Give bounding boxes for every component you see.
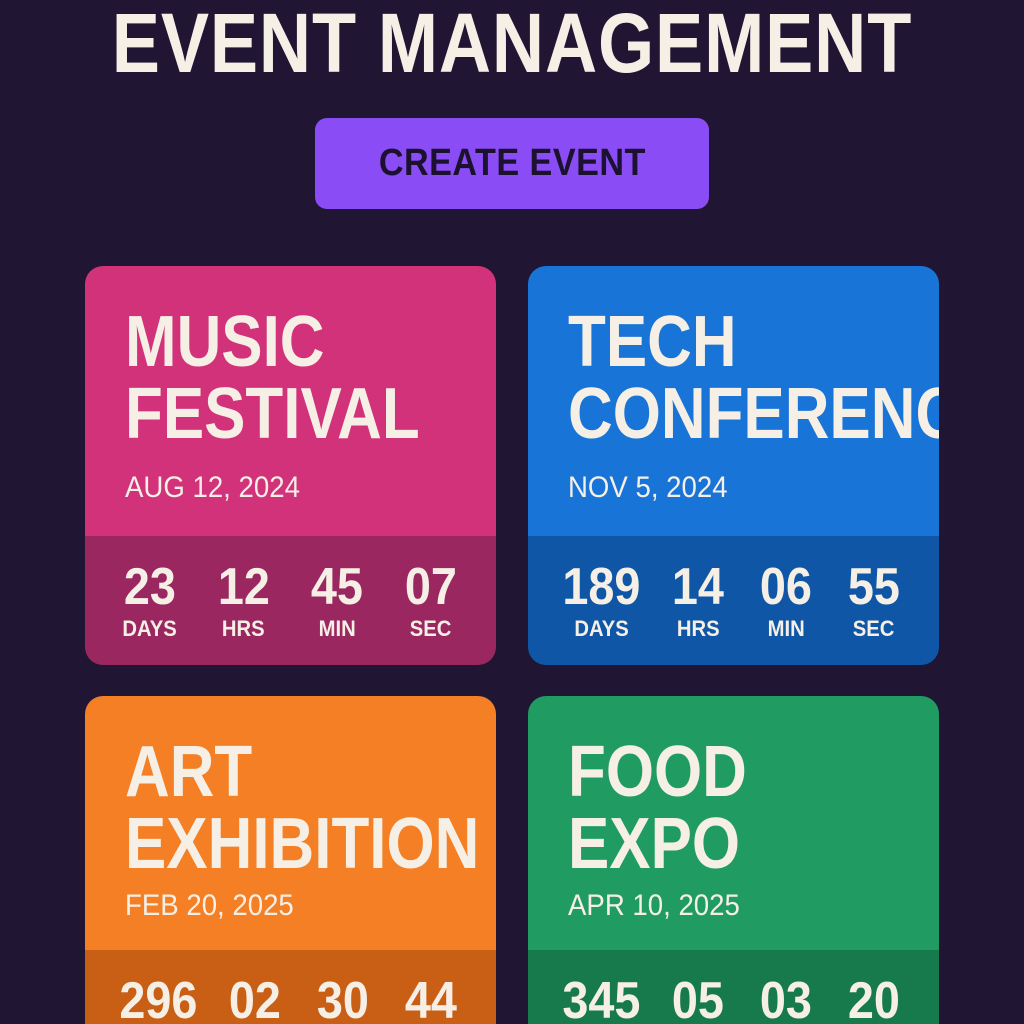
countdown-panel: 23 DAYS 12 HRS 45 MIN 07 SEC: [85, 536, 496, 665]
countdown-value: 23: [123, 558, 177, 616]
countdown-value: 05: [671, 972, 724, 1024]
countdown-value: 02: [228, 972, 281, 1024]
countdown-days: 23 DAYS: [115, 558, 185, 642]
event-name-line: MUSIC: [125, 302, 325, 382]
countdown-label: SEC: [410, 616, 452, 641]
event-date: APR 10, 2025: [568, 889, 740, 922]
event-name-line: ART: [125, 732, 253, 812]
countdown-minutes: 06 MIN: [751, 558, 821, 642]
event-name-line: EXHIBITION: [125, 804, 480, 884]
countdown-value: 30: [316, 972, 369, 1024]
countdown-seconds: 44: [396, 972, 466, 1024]
countdown-value: 20: [847, 972, 901, 1024]
countdown-days: 189 DAYS: [558, 558, 645, 642]
event-date: AUG 12, 2024: [125, 471, 300, 504]
event-name: TECH CONFERENCE: [568, 306, 939, 450]
countdown: 189 DAYS 14 HRS 06 MIN 55 SEC: [558, 558, 909, 642]
event-card-music-festival[interactable]: MUSIC FESTIVAL AUG 12, 2024 23 DAYS 12 H…: [85, 266, 496, 665]
event-name: MUSIC FESTIVAL: [125, 306, 420, 450]
countdown-seconds: 07 SEC: [396, 558, 466, 642]
event-management-page: EVENT MANAGEMENT CREATE EVENT MUSIC FEST…: [0, 0, 1024, 1024]
countdown-value: 45: [311, 558, 364, 616]
countdown-label: HRS: [676, 616, 720, 641]
countdown-value: 345: [562, 972, 641, 1024]
countdown-value: 44: [404, 972, 458, 1024]
event-name-line: TECH: [568, 302, 737, 382]
event-card-tech-conference[interactable]: TECH CONFERENCE NOV 5, 2024 189 DAYS 14 …: [528, 266, 939, 665]
event-name-line: FESTIVAL: [125, 374, 420, 454]
event-date: FEB 20, 2025: [125, 889, 294, 922]
countdown-hours: 12 HRS: [209, 558, 279, 642]
event-name: FOOD EXPO: [568, 736, 747, 880]
countdown-panel: 296 02 30 44: [85, 950, 496, 1024]
event-date: NOV 5, 2024: [568, 471, 728, 504]
countdown-value: 07: [404, 558, 457, 616]
countdown-value: 296: [119, 972, 198, 1024]
countdown-minutes: 03: [751, 972, 821, 1024]
countdown-minutes: 45 MIN: [302, 558, 372, 642]
countdown-value: 55: [847, 558, 901, 616]
countdown-value: 14: [671, 558, 724, 616]
event-name-line: EXPO: [568, 804, 741, 884]
countdown-days: 345: [558, 972, 645, 1024]
countdown-seconds: 20: [839, 972, 909, 1024]
event-card-header: TECH CONFERENCE NOV 5, 2024: [528, 266, 939, 536]
countdown-minutes: 30: [308, 972, 378, 1024]
countdown: 296 02 30 44: [115, 972, 466, 1024]
countdown-value: 12: [217, 558, 270, 616]
page-title: EVENT MANAGEMENT: [111, 0, 913, 90]
countdown-label: MIN: [767, 616, 805, 641]
event-name-line: CONFERENCE: [568, 374, 939, 454]
countdown-hours: 05: [663, 972, 733, 1024]
countdown-value: 189: [562, 558, 641, 616]
event-card-header: ART EXHIBITION FEB 20, 2025: [85, 696, 496, 950]
create-event-button[interactable]: CREATE EVENT: [315, 118, 709, 209]
countdown-hours: 02: [220, 972, 290, 1024]
countdown-value: 03: [759, 972, 812, 1024]
countdown-panel: 189 DAYS 14 HRS 06 MIN 55 SEC: [528, 536, 939, 665]
event-card-header: MUSIC FESTIVAL AUG 12, 2024: [85, 266, 496, 536]
countdown-label: SEC: [853, 616, 895, 641]
countdown-hours: 14 HRS: [663, 558, 733, 642]
event-name-line: FOOD: [568, 732, 747, 812]
countdown-label: DAYS: [122, 616, 178, 641]
countdown-label: MIN: [318, 616, 356, 641]
countdown-label: DAYS: [574, 616, 629, 641]
event-card-header: FOOD EXPO APR 10, 2025: [528, 696, 939, 950]
create-event-label: CREATE EVENT: [378, 142, 646, 184]
countdown-seconds: 55 SEC: [839, 558, 909, 642]
event-name: ART EXHIBITION: [125, 736, 479, 880]
countdown-label: HRS: [222, 616, 266, 641]
countdown: 23 DAYS 12 HRS 45 MIN 07 SEC: [115, 558, 466, 642]
countdown-days: 296: [115, 972, 202, 1024]
countdown: 345 05 03 20: [558, 972, 909, 1024]
countdown-value: 06: [759, 558, 812, 616]
countdown-panel: 345 05 03 20: [528, 950, 939, 1024]
event-card-food-expo[interactable]: FOOD EXPO APR 10, 2025 345 05 03 20: [528, 696, 939, 1024]
event-card-art-exhibition[interactable]: ART EXHIBITION FEB 20, 2025 296 02 30 44: [85, 696, 496, 1024]
